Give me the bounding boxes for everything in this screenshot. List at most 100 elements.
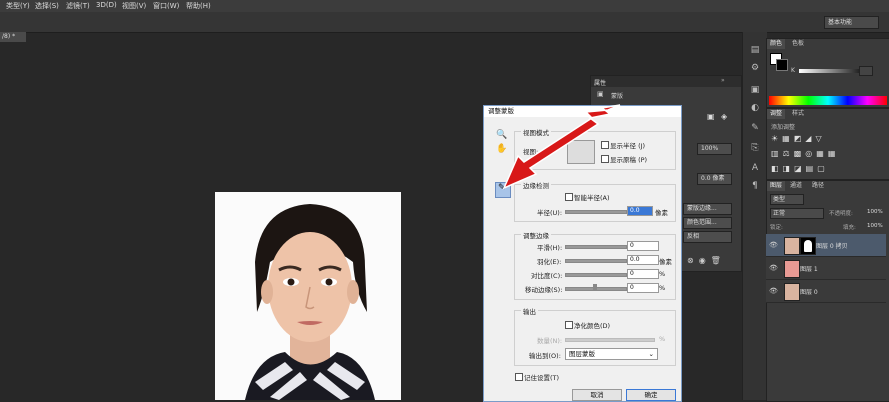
history-icon[interactable]: ▤ [749,44,761,56]
k-value-input[interactable] [859,66,873,76]
menu-window[interactable]: 窗口(W) [153,1,179,11]
adjust-icons-row2[interactable]: ▥⚖▩◎▦▦ [771,149,839,158]
menu-3d[interactable]: 3D(D) [96,1,117,9]
amount-slider [565,338,655,342]
tab-swatches[interactable]: 色板 [789,39,807,49]
contrast-input[interactable]: 0 [627,269,659,279]
shift-edge-label: 移动边缘(S): [525,286,563,294]
menu-filter[interactable]: 滤镜(T) [66,1,90,11]
adjustments-icon[interactable]: ◐ [749,102,761,114]
opacity-label: 不透明度: [829,211,853,217]
adjust-edge-group: 调整边缘 平滑(H): 0 羽化(E): 0.0 像素 对比度(C): 0 % … [514,230,676,300]
pixel-mask-icon[interactable]: ▣ [707,112,715,121]
character-icon[interactable]: A [749,162,761,174]
workspace-select[interactable]: 基本功能 [824,16,879,29]
menu-type[interactable]: 类型(Y) [6,1,30,11]
collapse-icon[interactable]: » [721,77,725,84]
layer-name[interactable]: 图层 0 拷贝 [816,241,848,250]
invert-button[interactable]: 反相 [683,231,732,243]
eye-icon[interactable]: 👁 [769,264,778,272]
feather-value[interactable]: 0.0 像素 [697,173,732,185]
remember-settings-label: 记住设置(T) [524,374,560,382]
tab-color[interactable]: 颜色 [767,39,786,49]
chevron-down-icon: ⌄ [648,350,654,358]
eye-icon[interactable]: 👁 [769,287,778,295]
eye-icon[interactable]: 👁 [769,241,778,249]
layer-filter-select[interactable]: 类型 [770,194,804,205]
color-range-button[interactable]: 颜色范围... [683,217,732,229]
properties-subtitle: 蒙版 [611,93,624,100]
layer-thumbnail [784,283,800,301]
tab-layers[interactable]: 图层 [767,181,786,191]
cancel-button[interactable]: 取消 [572,389,622,401]
options-bar: 基本功能 [0,12,889,33]
smooth-slider[interactable] [565,245,627,249]
radius-unit: 像素 [655,209,668,217]
contrast-unit: % [659,270,666,278]
tab-styles[interactable]: 样式 [789,109,807,119]
shift-edge-input[interactable]: 0 [627,283,659,293]
adjust-icons-row1[interactable]: ☀▦◩◢▽ [771,134,826,143]
properties-icon[interactable]: ▣ [749,84,761,96]
density-value[interactable]: 100% [697,143,732,155]
remember-settings-checkbox[interactable] [515,373,523,381]
fill-label: 填充: [843,225,856,231]
radius-slider[interactable] [565,210,627,214]
decontaminate-label: 净化颜色(D) [574,322,611,330]
tab-adjustments[interactable]: 调整 [767,109,786,119]
shift-edge-unit: % [659,284,666,292]
radius-input[interactable]: 0.0 [627,206,653,216]
layer-thumbnail [784,260,800,278]
adjust-icons-row3[interactable]: ◧◨◪▤▢ [771,164,829,173]
adjust-hint: 添加调整 [771,124,796,131]
panel-dock-icons: ▤ ⚙ ▣ ◐ ✎ ⎘ A ¶ [742,32,767,400]
output-to-value: 图层蒙版 [569,350,595,358]
menu-select[interactable]: 选择(S) [35,1,59,11]
color-spectrum-bar[interactable] [769,96,887,105]
red-arrow-annotation [502,104,621,190]
ok-button[interactable]: 确定 [626,389,676,401]
paragraph-icon[interactable]: ¶ [749,180,761,192]
menu-view[interactable]: 视图(V) [122,1,146,11]
layer-row-0[interactable]: 👁 图层 0 [766,280,886,303]
contrast-slider[interactable] [565,273,627,277]
shift-edge-slider-thumb[interactable] [593,284,597,291]
k-label: K [791,67,795,74]
layer-name[interactable]: 图层 0 [800,287,818,296]
portrait-photo [215,192,401,400]
amount-unit: % [659,335,666,343]
smooth-input[interactable]: 0 [627,241,659,251]
opacity-value[interactable]: 100% [867,209,883,215]
feather-slider[interactable] [565,259,627,263]
layer-row-1[interactable]: 👁 图层 1 [766,257,886,280]
feather-unit: 像素 [659,258,672,266]
brush-icon[interactable]: ✎ [749,122,761,134]
feather-input[interactable]: 0.0 [627,255,659,265]
lock-label: 锁定: [770,225,783,231]
background-color-swatch[interactable] [776,59,788,71]
contrast-label: 对比度(C): [531,272,563,280]
mask-edge-button[interactable]: 蒙版边缘... [683,203,732,215]
output-group-label: 输出 [521,306,538,316]
properties-title: 属性 [594,80,607,87]
feather-label: 羽化(E): [537,258,562,266]
blend-mode-select[interactable]: 正常 [770,208,824,219]
mask-icon: ▣ [597,90,604,98]
output-to-select[interactable]: 图层蒙版 ⌄ [565,348,658,360]
vector-mask-icon[interactable]: ◈ [721,112,727,121]
decontaminate-checkbox[interactable] [565,321,573,329]
layer-name[interactable]: 图层 1 [800,264,818,273]
fill-value[interactable]: 100% [867,223,883,229]
document-tab[interactable]: /8) * [0,32,26,42]
tab-paths[interactable]: 路径 [809,181,827,191]
tab-channels[interactable]: 通道 [787,181,805,191]
smooth-label: 平滑(H): [537,244,563,252]
properties-footer-icons[interactable]: ⊗◉🗑 [687,256,726,265]
layer-row-copy[interactable]: 👁 图层 0 拷贝 [766,234,886,257]
radius-label: 半径(U): [537,209,563,217]
output-to-label: 输出到(O): [529,352,561,360]
tool-presets-icon[interactable]: ⚙ [749,62,761,74]
menu-help[interactable]: 帮助(H) [186,1,211,11]
layer-mask-thumbnail[interactable] [800,237,816,255]
clone-icon[interactable]: ⎘ [749,142,761,154]
